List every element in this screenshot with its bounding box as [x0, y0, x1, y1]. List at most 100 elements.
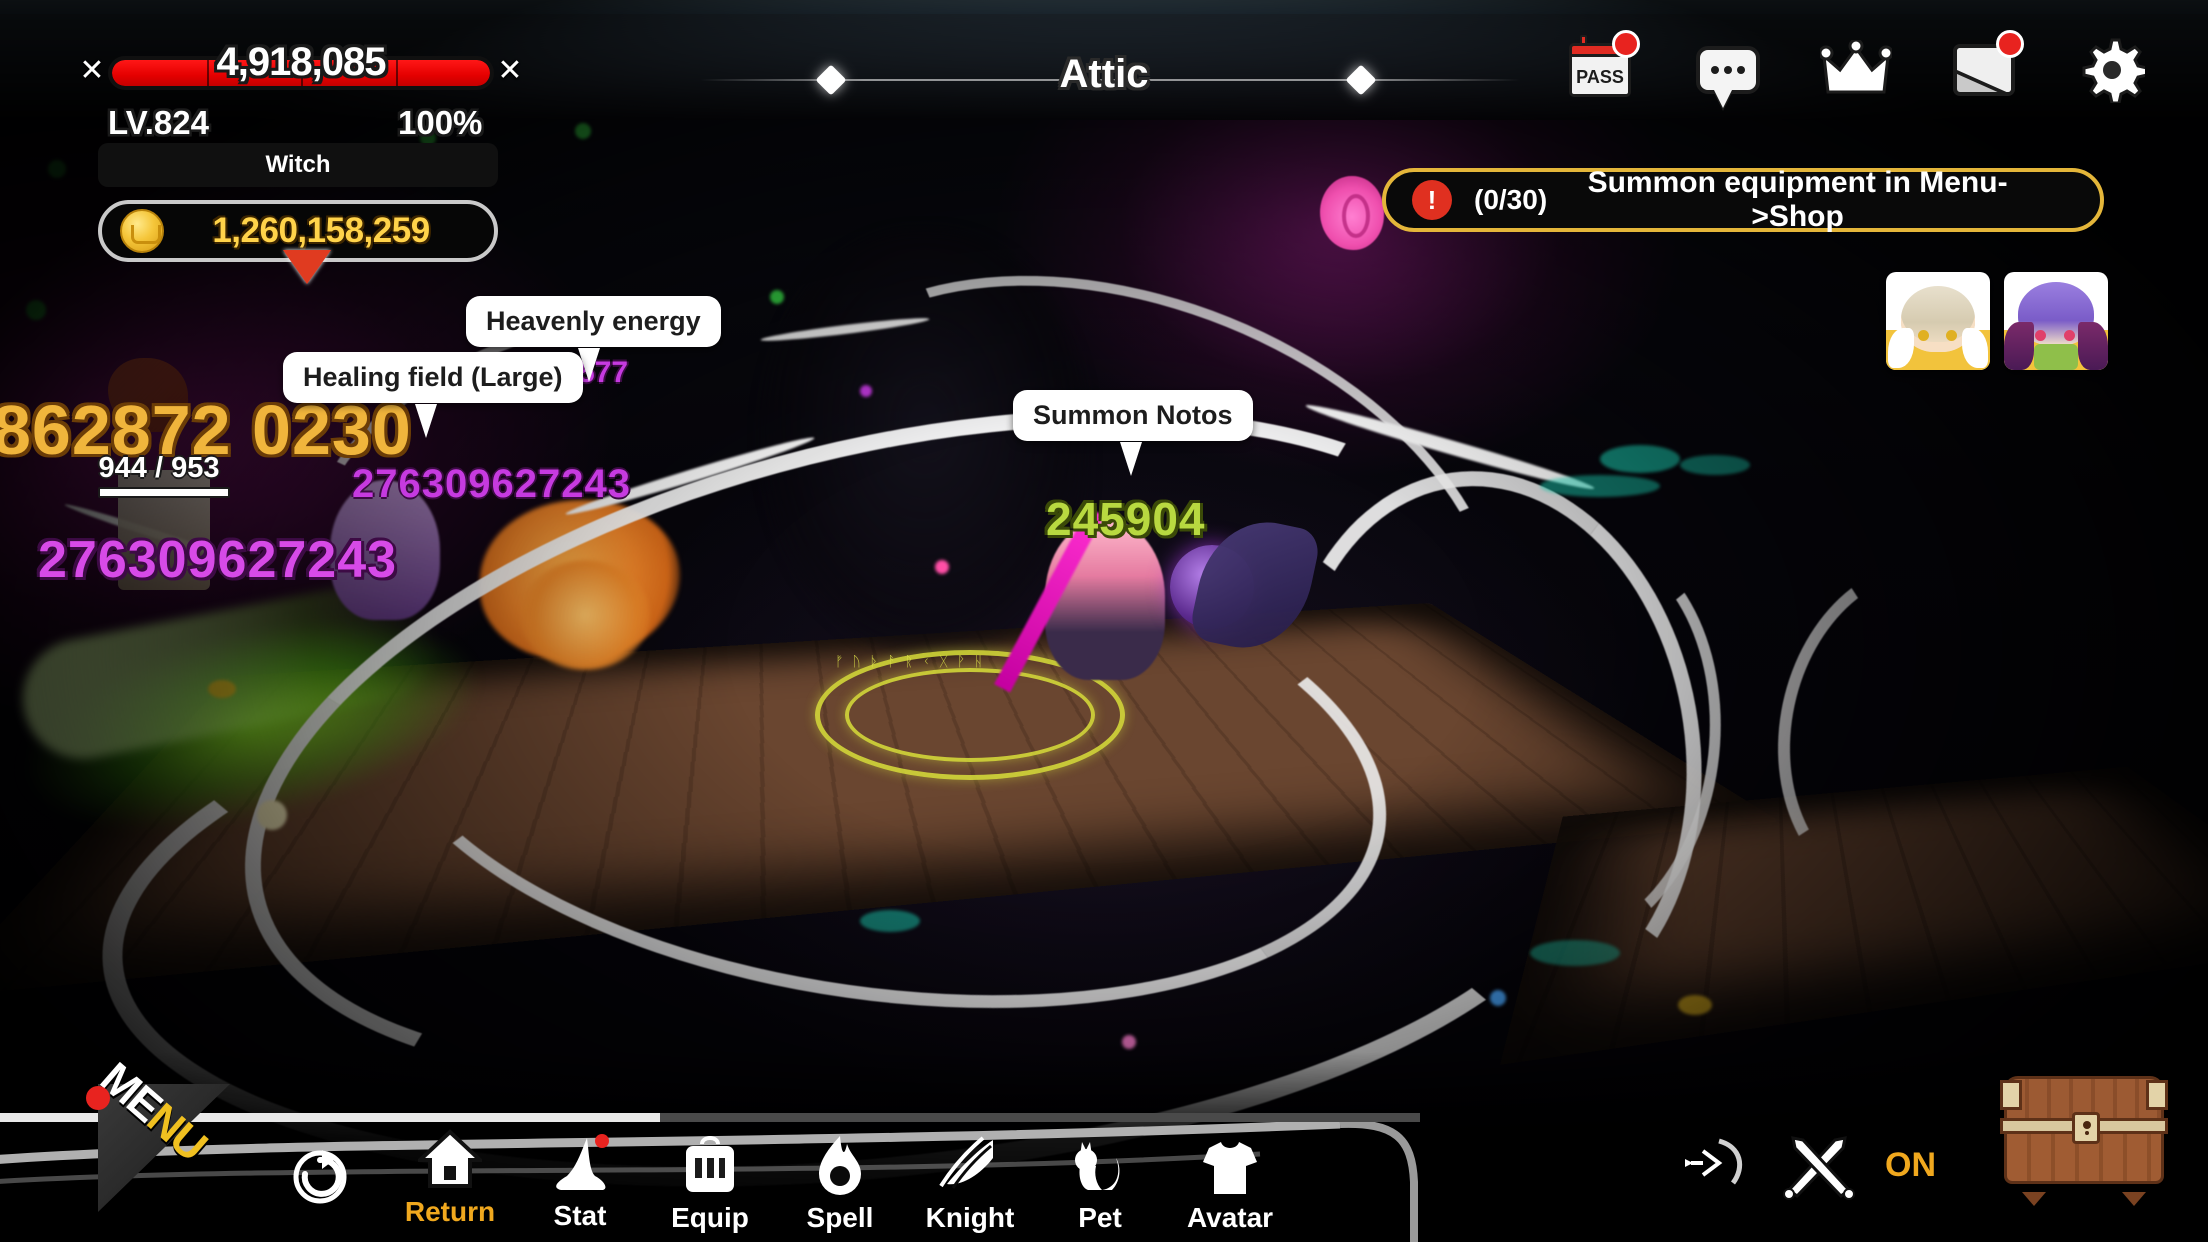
skill-tooltip-tail [415, 404, 437, 438]
sky-highlight [0, 0, 2208, 14]
quest-banner[interactable]: ! (0/30) Summon equipment in Menu->Shop [1382, 168, 2104, 232]
avatar-button[interactable]: Avatar [1165, 1130, 1295, 1234]
quest-text-label: Summon equipment in Menu->Shop [1547, 166, 2074, 234]
backpack-icon [645, 1130, 775, 1196]
crossed-swords-icon [1779, 1130, 1859, 1200]
menu-notification-badge [86, 1086, 110, 1110]
equip-button[interactable]: Equip [645, 1130, 775, 1234]
avatar-label: Avatar [1165, 1202, 1295, 1234]
return-label: Return [385, 1196, 515, 1228]
player-level-label: LV.824 [108, 104, 209, 142]
player-class-badge: Witch [98, 143, 498, 187]
particle [208, 680, 236, 698]
portrait-eye [2064, 330, 2075, 341]
auto-battle-toggle[interactable]: ON [1683, 1130, 1936, 1200]
particle [860, 910, 920, 932]
portrait-body [2034, 344, 2078, 370]
cat-icon [1035, 1130, 1165, 1196]
chest-foot [2022, 1192, 2046, 1206]
particle [1540, 475, 1660, 497]
particle [26, 300, 46, 320]
auto-battle-state-label: ON [1885, 1146, 1936, 1185]
gear-icon[interactable] [2076, 34, 2148, 106]
party-portrait-1[interactable] [1886, 272, 1990, 370]
chest-lock-icon [2072, 1112, 2100, 1144]
skill-tooltip-heavenly-energy: Heavenly energy [466, 296, 721, 347]
particle [1490, 990, 1506, 1006]
enemy-hp-indicator: 944 / 953 [98, 452, 230, 498]
chat-dot [1711, 66, 1719, 74]
magic-circle-runes: ᚠᚢᚦᚨᚱᚲᚷᚹᚺ [835, 655, 1105, 773]
portrait-cape [2004, 322, 2034, 370]
game-screen: ᚠᚢᚦᚨᚱᚲᚷᚹᚺ ✕ ✕ 4,918,085 LV.824 100% Witc… [0, 0, 2208, 1242]
party-portrait-list [1886, 272, 2108, 370]
return-button[interactable]: Return [385, 1124, 515, 1228]
portrait-eye [1946, 330, 1957, 341]
flame-icon [775, 1130, 905, 1196]
quest-counter-label: (0/30) [1474, 184, 1547, 216]
enemy-hp-bar [98, 487, 230, 498]
stat-notification-badge [595, 1134, 609, 1148]
chat-dot [1737, 66, 1745, 74]
pass-icon[interactable]: PASS [1564, 34, 1636, 106]
pet-button[interactable]: Pet [1035, 1130, 1165, 1234]
portrait-eye [2035, 330, 2046, 341]
particle [1678, 995, 1712, 1015]
stat-button[interactable]: Stat [515, 1128, 645, 1232]
chat-bubble-shape [1696, 46, 1760, 94]
hp-percent-label: 100% [398, 104, 482, 142]
top-icon-bar: PASS [1564, 34, 2148, 106]
particle [1600, 445, 1680, 473]
target-arrow-icon [1683, 1137, 1753, 1193]
party-portrait-2[interactable] [2004, 272, 2108, 370]
particle [770, 290, 784, 304]
treasure-chest-button[interactable] [2004, 1076, 2164, 1194]
pass-label: PASS [1576, 67, 1624, 88]
quest-pet-sprite [1320, 176, 1384, 250]
pass-notification-badge [1612, 30, 1640, 58]
portrait-eye [1918, 330, 1929, 341]
particle [48, 160, 66, 178]
gold-coin-icon [120, 209, 164, 253]
bottom-menu-items: Return Stat Equip Spell Knight Pet Avata… [255, 1124, 1295, 1234]
particle [935, 560, 949, 574]
orange-blast-core [520, 560, 650, 670]
skill-tooltip-healing-field: Healing field (Large) [283, 352, 583, 403]
quest-alert-icon: ! [1412, 180, 1452, 220]
chest-foot [2122, 1192, 2146, 1206]
spell-label: Spell [775, 1202, 905, 1234]
spell-button[interactable]: Spell [775, 1130, 905, 1234]
enemy-hp-label: 944 / 953 [88, 452, 230, 485]
skill-tooltip-summon-notos: Summon Notos [1013, 390, 1253, 441]
damage-number-purple-center: 276309627243 [352, 462, 631, 507]
skill-tooltip-tail [1120, 442, 1142, 476]
equip-label: Equip [645, 1202, 775, 1234]
particle [575, 123, 591, 139]
home-icon [385, 1124, 515, 1190]
hat-icon [515, 1128, 645, 1194]
menu-button[interactable]: MENU [98, 1084, 230, 1212]
crown-glyph [1820, 40, 1892, 100]
gold-amount-label: 1,260,158,259 [164, 211, 494, 251]
gear-glyph [2079, 37, 2145, 103]
player-class-label: Witch [265, 151, 330, 179]
position-marker-arrow [283, 250, 331, 284]
mail-notification-badge [1996, 30, 2024, 58]
chat-icon[interactable] [1692, 34, 1764, 106]
chest-corner [2000, 1080, 2022, 1110]
particle [860, 385, 872, 397]
knight-label: Knight [905, 1202, 1035, 1234]
knight-button[interactable]: Knight [905, 1130, 1035, 1234]
refresh-button[interactable] [255, 1140, 385, 1212]
crown-icon[interactable] [1820, 34, 1892, 106]
chest-corner [2146, 1080, 2168, 1110]
shirt-icon [1165, 1130, 1295, 1196]
mail-icon[interactable] [1948, 34, 2020, 106]
stat-label: Stat [515, 1200, 645, 1232]
chat-dot [1724, 66, 1732, 74]
portrait-cape [2078, 322, 2108, 370]
pet-label: Pet [1035, 1202, 1165, 1234]
particle [1530, 940, 1620, 966]
particle [1680, 455, 1750, 475]
damage-number-purple-left: 276309627243 [38, 530, 397, 590]
